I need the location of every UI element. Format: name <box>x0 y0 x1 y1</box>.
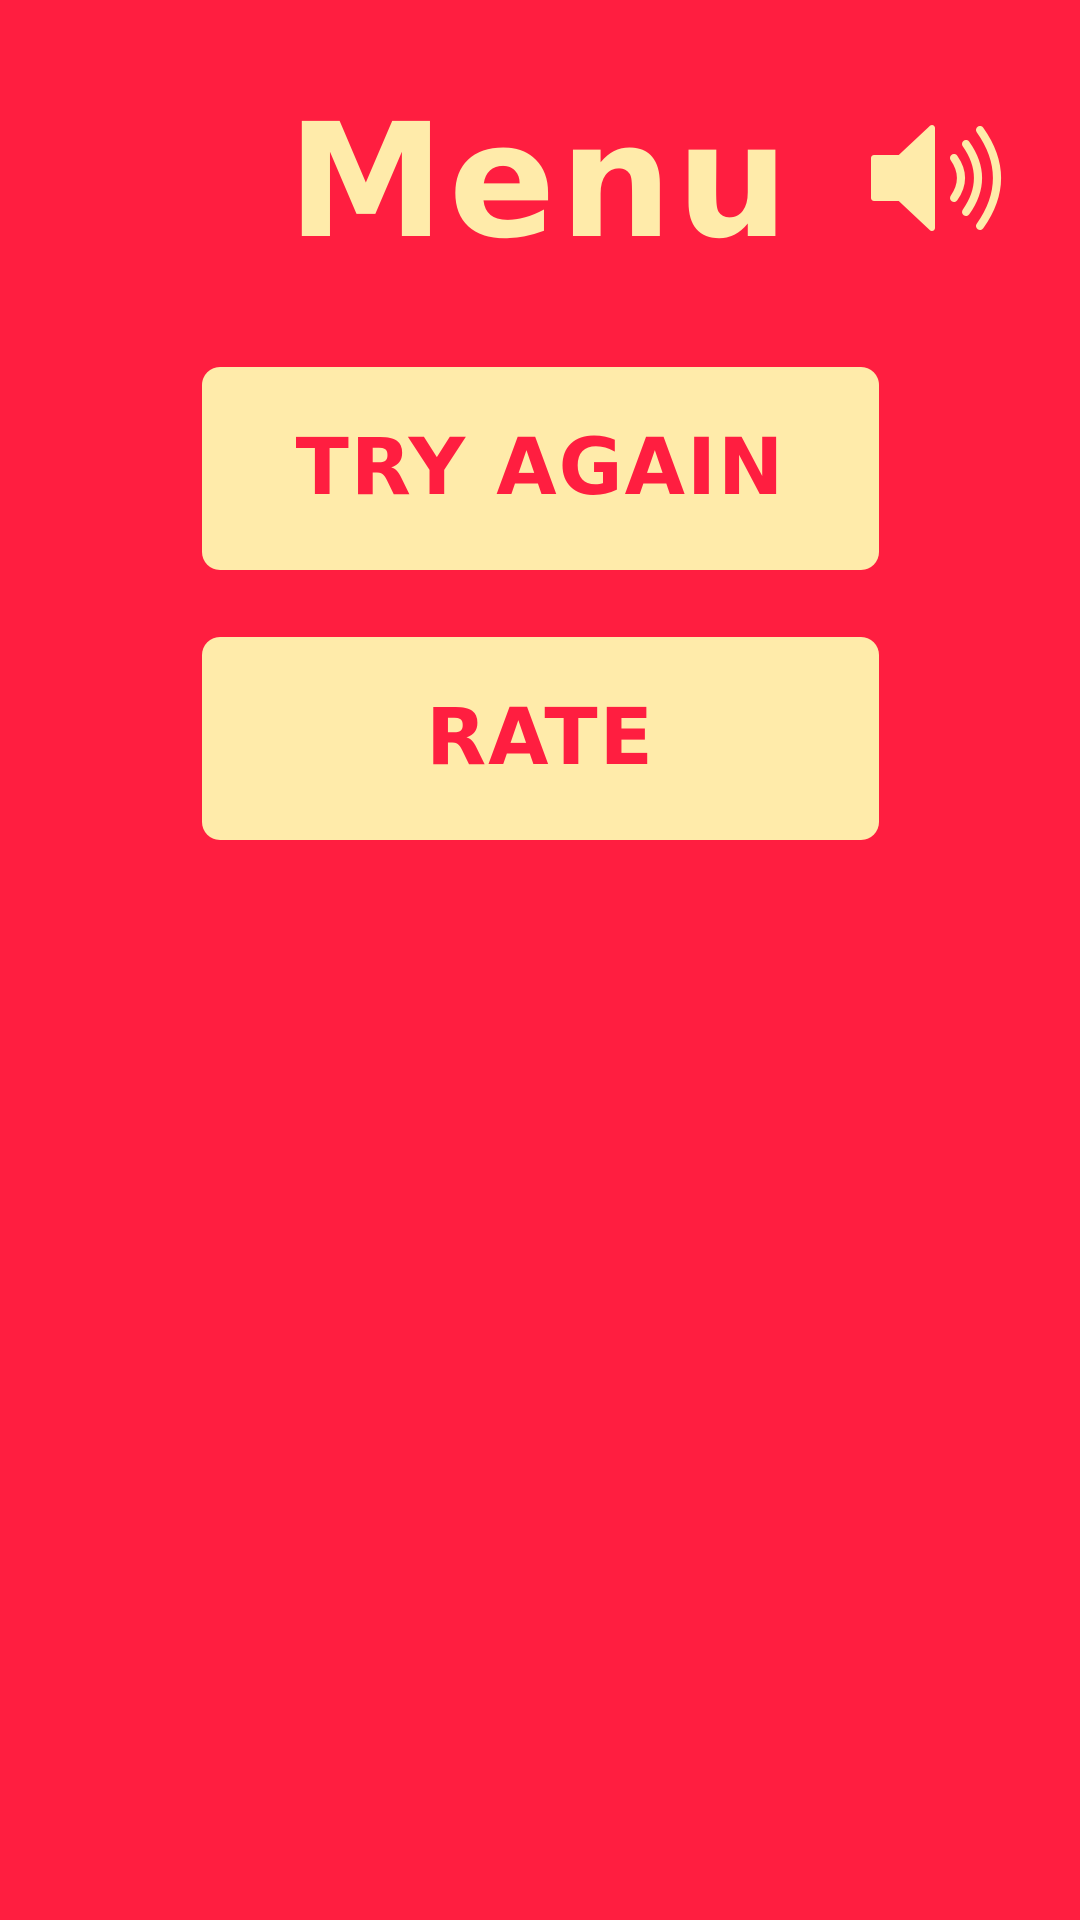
menu-screen: Menu TRY AGAIN RATE <box>0 0 1080 1920</box>
sound-toggle-button[interactable] <box>868 122 1008 234</box>
speaker-volume-icon <box>871 125 1001 231</box>
try-again-button[interactable]: TRY AGAIN <box>202 367 879 570</box>
rate-button[interactable]: RATE <box>202 637 879 840</box>
